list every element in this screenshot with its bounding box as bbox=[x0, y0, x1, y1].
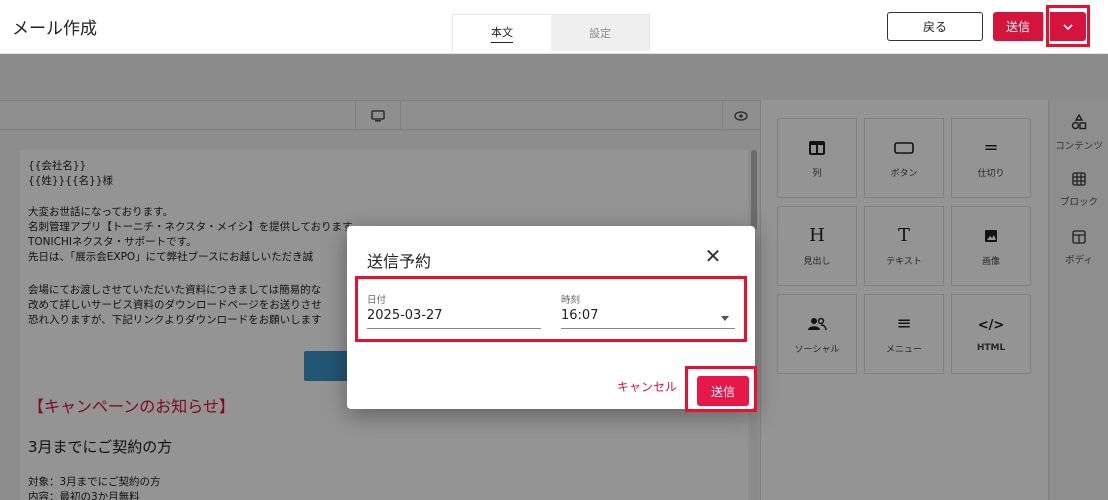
tab-settings-label: 設定 bbox=[589, 27, 611, 40]
tab-body[interactable]: 本文 bbox=[453, 15, 551, 51]
app-header: メール作成 本文 設定 戻る 送信 bbox=[0, 0, 1108, 54]
tab-settings[interactable]: 設定 bbox=[551, 15, 649, 51]
tab-body-label: 本文 bbox=[491, 24, 513, 43]
send-button[interactable]: 送信 bbox=[993, 12, 1043, 41]
cancel-button[interactable]: キャンセル bbox=[617, 378, 677, 395]
editor-tabs: 本文 設定 bbox=[452, 14, 650, 51]
send-button-divider bbox=[1043, 15, 1044, 38]
highlight-box-send bbox=[685, 366, 757, 412]
dialog-title: 送信予約 bbox=[367, 252, 432, 271]
highlight-box-fields bbox=[355, 276, 747, 342]
close-icon[interactable]: ✕ bbox=[701, 244, 725, 268]
back-button[interactable]: 戻る bbox=[887, 12, 983, 41]
highlight-box-dropdown bbox=[1046, 5, 1090, 47]
page-title: メール作成 bbox=[12, 19, 97, 39]
